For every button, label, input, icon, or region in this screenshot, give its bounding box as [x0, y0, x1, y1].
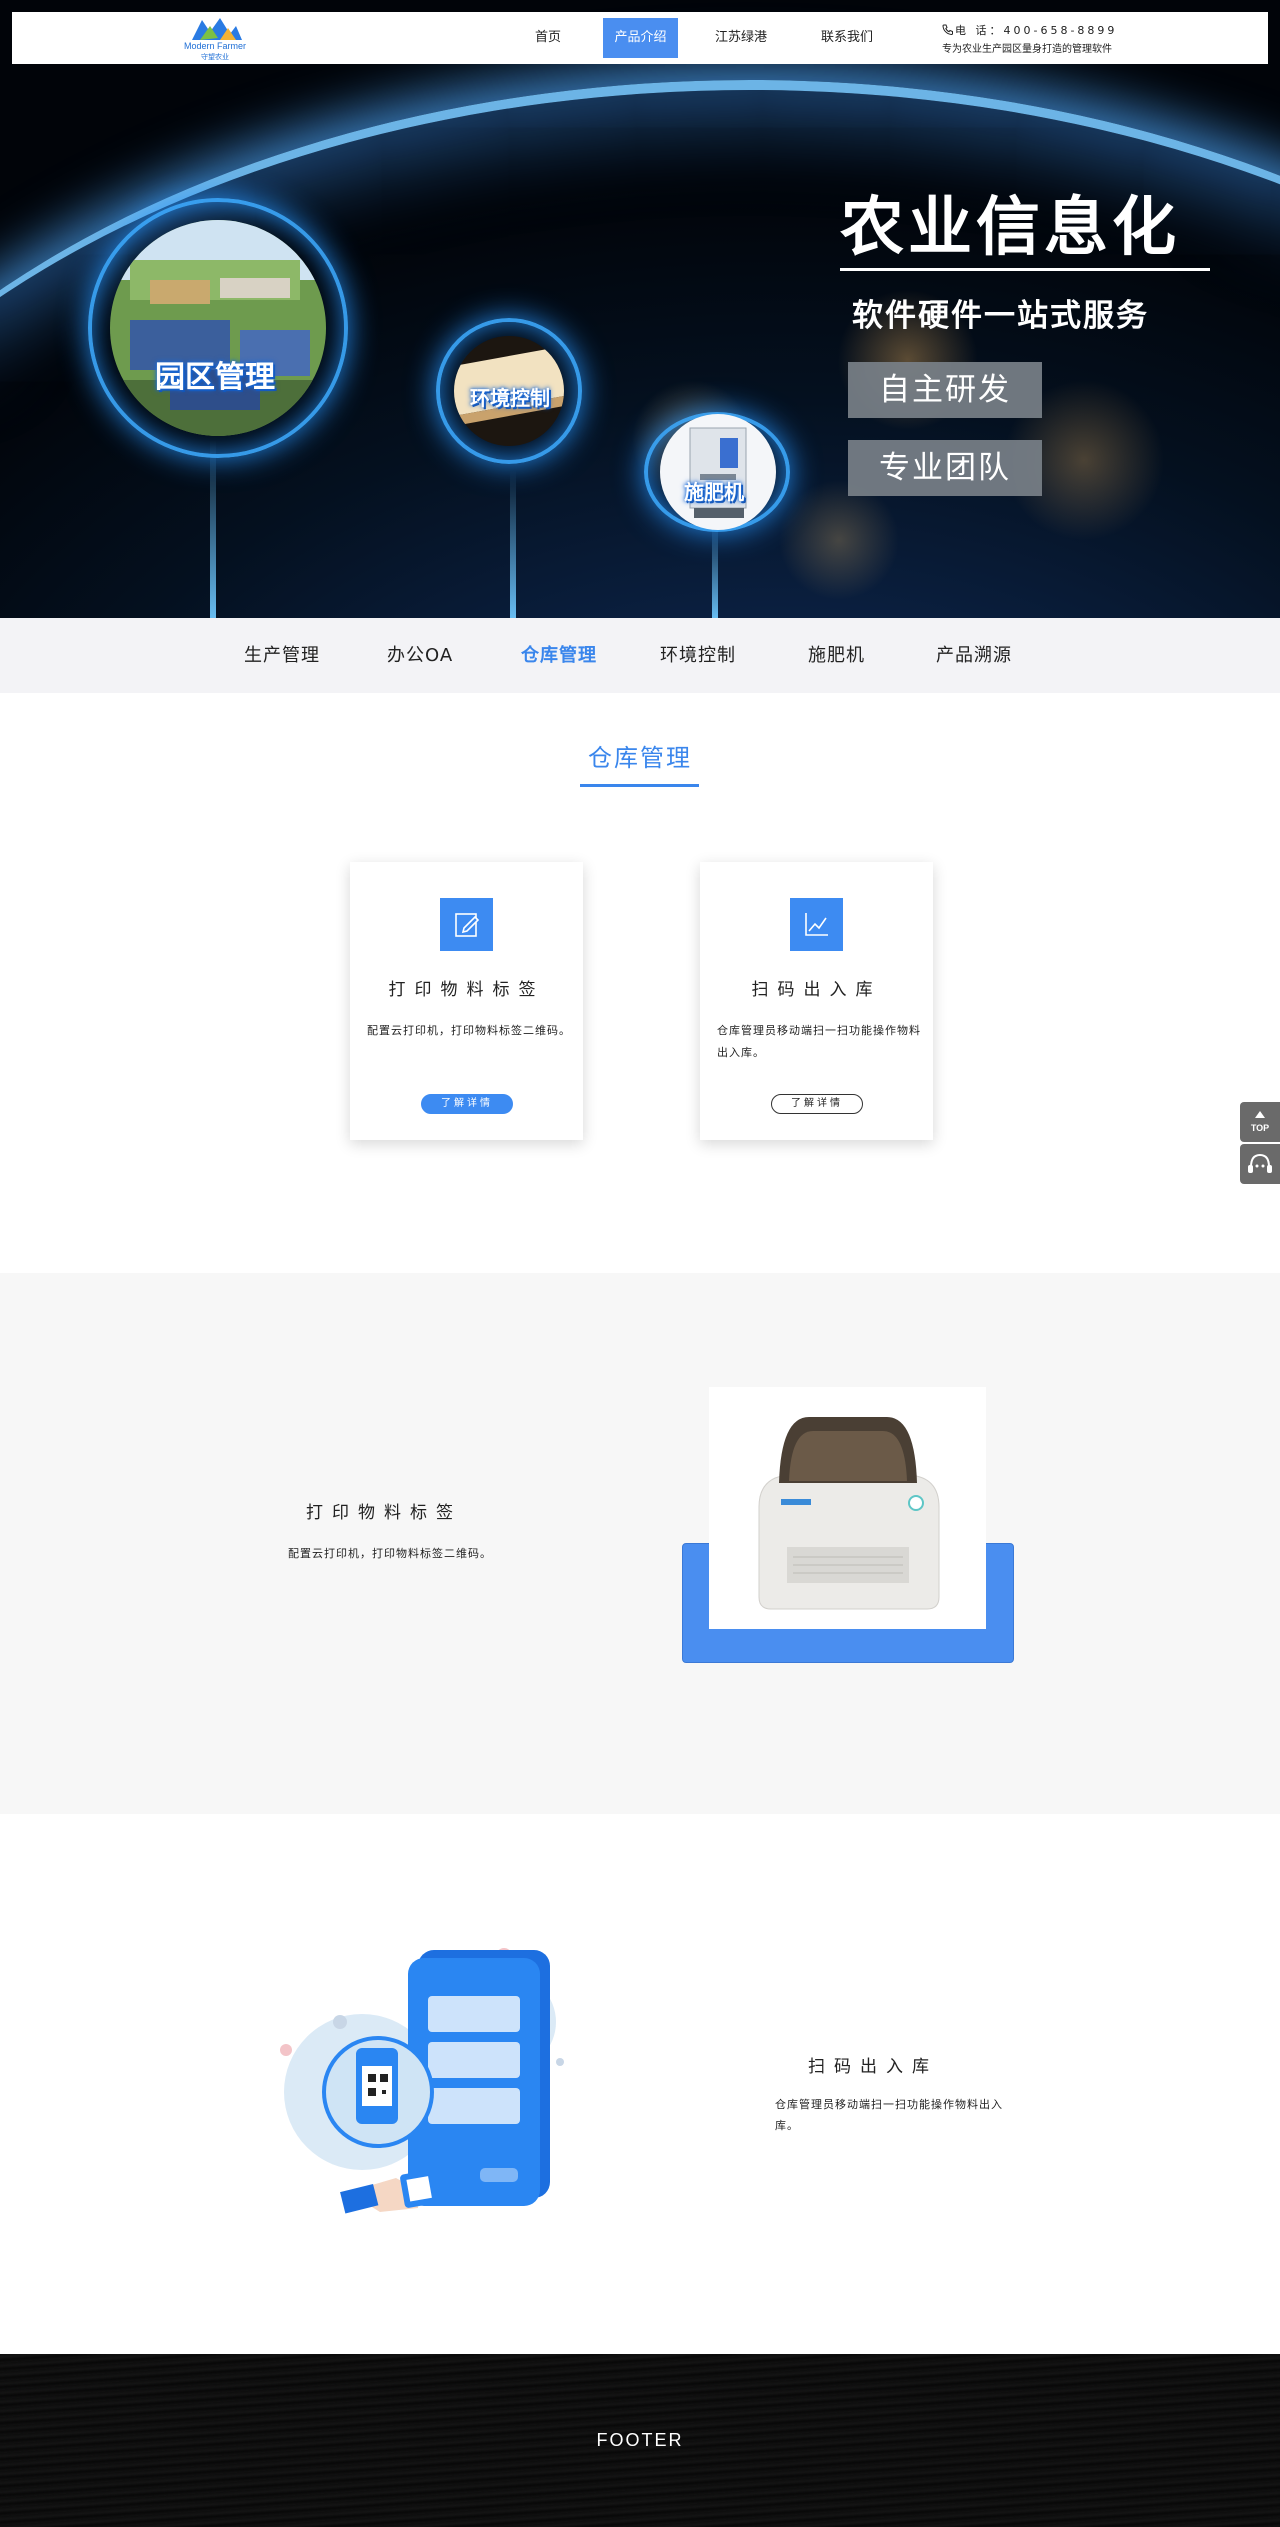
- park-aerial-image: [110, 220, 326, 436]
- logo[interactable]: Modern Farmer 守望农业: [170, 14, 260, 61]
- mobile-scan-illustration: [268, 1942, 588, 2232]
- logo-text: Modern Farmer: [183, 41, 246, 51]
- subnav-environment[interactable]: 环境控制: [660, 618, 736, 693]
- hero-tag-rd: 自主研发: [848, 362, 1042, 418]
- hero-tag-team: 专业团队: [848, 440, 1042, 496]
- feature-title: 打印物料标签: [306, 1503, 462, 1523]
- fertilizer-machine-image: [660, 414, 776, 530]
- logo-subtext: 守望农业: [201, 53, 229, 61]
- hero-banner: 园区管理 环境控制 施肥机 农业信息化 软件硬件一站式服务 自主研发 专业团队: [0, 0, 1280, 618]
- circle-label-park: 园区管理: [155, 360, 275, 395]
- footer: FOOTER: [0, 2354, 1280, 2527]
- card-description: 配置云打印机，打印物料标签二维码。: [367, 1024, 571, 1037]
- top-header: Modern Farmer 守望农业 首页 产品介绍 江苏绿港 联系我们 电 话…: [12, 12, 1268, 64]
- hero-title: 农业信息化: [840, 191, 1180, 265]
- card-title: 扫码出入库: [751, 980, 882, 1000]
- product-subnav: 生产管理 办公OA 仓库管理 环境控制 施肥机 产品溯源: [0, 618, 1280, 693]
- header-slogan: 专为农业生产园区量身打造的管理软件: [942, 44, 1112, 55]
- learn-more-button[interactable]: 了解详情: [421, 1094, 513, 1114]
- footer-text: FOOTER: [596, 2430, 684, 2450]
- circle-label-fertilizer: 施肥机: [684, 480, 744, 504]
- nav-jiangsu-lvgang[interactable]: 江苏绿港: [706, 18, 776, 58]
- top-label: TOP: [1250, 1123, 1270, 1133]
- subnav-fertilizer[interactable]: 施肥机: [808, 618, 865, 693]
- subnav-production[interactable]: 生产管理: [244, 618, 320, 693]
- park-management-circle[interactable]: [110, 220, 326, 436]
- fertilizer-machine-circle[interactable]: [660, 414, 776, 530]
- subnav-traceability[interactable]: 产品溯源: [936, 618, 1012, 693]
- feature-title: 扫码出入库: [808, 2057, 938, 2077]
- arrow-up-icon: [1255, 1111, 1265, 1118]
- edit-icon: [440, 898, 493, 951]
- nav-home[interactable]: 首页: [520, 18, 576, 58]
- section-title-underline: [580, 784, 699, 787]
- feature-description: 仓库管理员移动端扫一扫功能操作物料出入库。: [775, 2098, 1003, 2132]
- light-beam: [712, 520, 718, 618]
- customer-service-button[interactable]: [1240, 1144, 1280, 1184]
- section-title: 仓库管理: [588, 744, 692, 772]
- subnav-office-oa[interactable]: 办公OA: [387, 618, 453, 693]
- card-description: 仓库管理员移动端扫一扫功能操作物料出入库。: [717, 1024, 921, 1059]
- nav-products[interactable]: 产品介绍: [603, 18, 678, 58]
- phone-text: 电 话：400-658-8899: [955, 24, 1118, 37]
- headset-icon: [1248, 1153, 1272, 1173]
- hero-divider: [840, 268, 1210, 271]
- chart-line-icon: [790, 898, 843, 951]
- feature-description: 配置云打印机，打印物料标签二维码。: [288, 1547, 492, 1560]
- light-beam: [210, 440, 216, 618]
- learn-more-button[interactable]: 了解详情: [771, 1094, 863, 1114]
- feature-card-print-label: 打印物料标签 配置云打印机，打印物料标签二维码。 了解详情: [350, 862, 583, 1140]
- subnav-warehouse[interactable]: 仓库管理: [521, 618, 597, 693]
- label-printer-image: [709, 1387, 986, 1629]
- nav-contact[interactable]: 联系我们: [812, 18, 882, 58]
- phone-icon: [942, 24, 953, 36]
- contact-phone: 电 话：400-658-8899: [942, 22, 1117, 38]
- feature-print-label-section: 打印物料标签 配置云打印机，打印物料标签二维码。: [0, 1273, 1280, 1814]
- circle-label-environment: 环境控制: [470, 386, 550, 410]
- hero-subtitle: 软件硬件一站式服务: [852, 298, 1149, 334]
- logo-mountain-icon: [192, 18, 242, 40]
- card-title: 打印物料标签: [388, 980, 545, 1000]
- back-to-top-button[interactable]: TOP: [1240, 1102, 1280, 1142]
- light-beam: [510, 470, 516, 618]
- feature-card-scan-inout: 扫码出入库 仓库管理员移动端扫一扫功能操作物料出入库。 了解详情: [700, 862, 933, 1140]
